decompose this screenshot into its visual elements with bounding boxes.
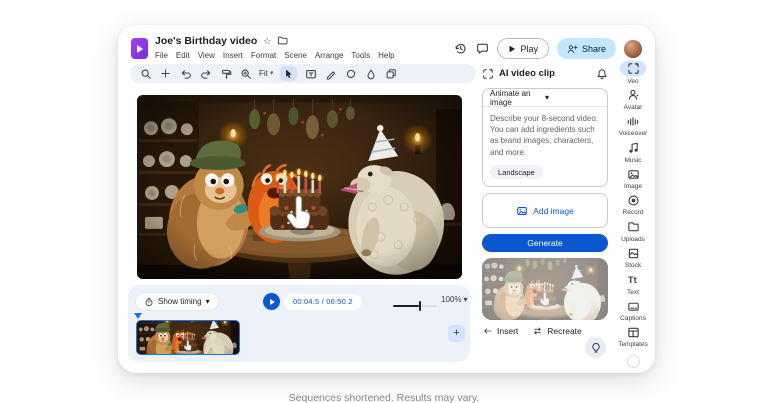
user-avatar[interactable] bbox=[624, 40, 642, 58]
show-timing-button[interactable]: Show timing ▾ bbox=[136, 293, 218, 310]
timeline-zoom-slider[interactable] bbox=[393, 301, 437, 311]
svg-text:Tt: Tt bbox=[627, 275, 636, 285]
scene-illustration bbox=[137, 95, 462, 279]
zoom-icon[interactable] bbox=[239, 67, 252, 80]
text-icon: Tt bbox=[620, 272, 646, 287]
vids-logo-icon[interactable] bbox=[131, 38, 148, 59]
add-icon[interactable] bbox=[159, 67, 172, 80]
search-icon[interactable] bbox=[139, 67, 152, 80]
recreate-button[interactable]: Recreate bbox=[532, 326, 582, 336]
insert-button[interactable]: Insert bbox=[482, 326, 518, 336]
slider-handle[interactable] bbox=[419, 301, 422, 311]
menu-help[interactable]: Help bbox=[378, 51, 394, 60]
timeline-panel: Show timing ▾ 00:04.5 / 06:50.2 100%▾ + bbox=[128, 285, 470, 362]
move-folder-icon[interactable] bbox=[277, 36, 288, 47]
suggestions-lightbulb-button[interactable] bbox=[585, 337, 606, 358]
ai-video-clip-panel: AI video clip Animate an image▾ Describe… bbox=[482, 66, 608, 336]
rail-item-record[interactable]: Record bbox=[620, 193, 646, 219]
veo-icon bbox=[620, 61, 646, 76]
arrow-left-icon bbox=[482, 326, 493, 336]
aspect-ratio-chip[interactable]: Landscape bbox=[490, 165, 543, 179]
timeline-play-button[interactable] bbox=[263, 293, 280, 310]
record-icon bbox=[620, 193, 646, 208]
prompt-card: Animate an image▾ Describe your 8-second… bbox=[482, 88, 608, 187]
rail-item-music[interactable]: Music bbox=[620, 140, 646, 166]
edit-toolbar: Fit▾ bbox=[130, 64, 476, 83]
fit-zoom-dropdown[interactable]: Fit▾ bbox=[259, 69, 273, 78]
rail-item-templates[interactable]: Templates bbox=[618, 325, 648, 351]
time-display: 00:04.5 / 06:50.2 bbox=[284, 294, 362, 310]
menu-arrange[interactable]: Arrange bbox=[315, 51, 343, 60]
share-button[interactable]: Share bbox=[557, 38, 616, 59]
timeline-clip[interactable] bbox=[136, 320, 240, 355]
rail-item-uploads[interactable]: Uploads bbox=[620, 219, 646, 245]
voiceover-icon bbox=[620, 114, 646, 129]
rail-item-text[interactable]: Tt Text bbox=[620, 272, 646, 298]
menu-view[interactable]: View bbox=[198, 51, 215, 60]
text-box-icon[interactable] bbox=[304, 67, 317, 80]
captions-icon bbox=[620, 299, 646, 314]
select-cursor-icon[interactable] bbox=[280, 66, 297, 81]
tools-rail: Veo Avatar Voiceover Music Image Record bbox=[612, 61, 654, 368]
prompt-textarea[interactable]: Describe your 8-second video. You can ad… bbox=[483, 107, 607, 186]
menubar: File Edit View Insert Format Scene Arran… bbox=[155, 51, 395, 60]
app-window: Joe's Birthday video ☆ File Edit View In… bbox=[118, 25, 655, 373]
veo-frame-icon bbox=[482, 68, 494, 80]
screen: Joe's Birthday video ☆ File Edit View In… bbox=[0, 0, 768, 403]
document-title[interactable]: Joe's Birthday video bbox=[155, 35, 257, 47]
mode-dropdown[interactable]: Animate an image▾ bbox=[483, 89, 607, 107]
add-scene-button[interactable]: + bbox=[448, 325, 465, 342]
add-image-button[interactable]: Add image bbox=[482, 193, 608, 228]
clone-icon[interactable] bbox=[384, 67, 397, 80]
uploads-folder-icon bbox=[620, 219, 646, 234]
prompt-placeholder: Describe your 8-second video. You can ad… bbox=[490, 113, 600, 158]
clip-thumbnail bbox=[137, 321, 239, 354]
menu-insert[interactable]: Insert bbox=[223, 51, 243, 60]
avatar-icon bbox=[620, 87, 646, 102]
music-icon bbox=[620, 140, 646, 155]
rail-item-image[interactable]: Image bbox=[620, 167, 646, 193]
stock-icon bbox=[620, 246, 646, 261]
templates-icon bbox=[620, 325, 646, 340]
shape-icon[interactable] bbox=[344, 67, 357, 80]
image-icon bbox=[620, 167, 646, 182]
recreate-icon bbox=[532, 326, 543, 336]
rail-item-captions[interactable]: Captions bbox=[620, 299, 646, 325]
generated-preview[interactable] bbox=[482, 258, 608, 320]
generate-button[interactable]: Generate bbox=[482, 234, 608, 252]
disclaimer-text: Sequences shortened. Results may vary. bbox=[0, 392, 768, 403]
paint-format-icon[interactable] bbox=[219, 67, 232, 80]
zoom-level-dropdown[interactable]: 100%▾ bbox=[441, 295, 467, 304]
panel-title: AI video clip bbox=[499, 68, 591, 79]
menu-tools[interactable]: Tools bbox=[351, 51, 370, 60]
comment-icon[interactable] bbox=[475, 42, 489, 56]
play-button[interactable]: Play bbox=[497, 38, 549, 59]
version-history-icon[interactable] bbox=[453, 42, 467, 56]
menu-format[interactable]: Format bbox=[251, 51, 276, 60]
redo-icon[interactable] bbox=[199, 67, 212, 80]
menu-file[interactable]: File bbox=[155, 51, 168, 60]
rail-item-veo[interactable]: Veo bbox=[620, 61, 646, 87]
background-droplet-icon[interactable] bbox=[364, 67, 377, 80]
playhead-marker[interactable] bbox=[134, 313, 142, 319]
star-icon[interactable]: ☆ bbox=[263, 37, 271, 46]
menu-scene[interactable]: Scene bbox=[284, 51, 307, 60]
rail-item-voiceover[interactable]: Voiceover bbox=[619, 114, 648, 140]
rail-more-indicator bbox=[627, 355, 640, 368]
menu-edit[interactable]: Edit bbox=[176, 51, 190, 60]
rail-item-avatar[interactable]: Avatar bbox=[620, 87, 646, 113]
video-canvas[interactable] bbox=[137, 95, 462, 279]
notifications-bell-icon[interactable] bbox=[596, 68, 608, 80]
undo-icon[interactable] bbox=[179, 67, 192, 80]
rail-item-stock[interactable]: Stock bbox=[620, 246, 646, 272]
pen-icon[interactable] bbox=[324, 67, 337, 80]
